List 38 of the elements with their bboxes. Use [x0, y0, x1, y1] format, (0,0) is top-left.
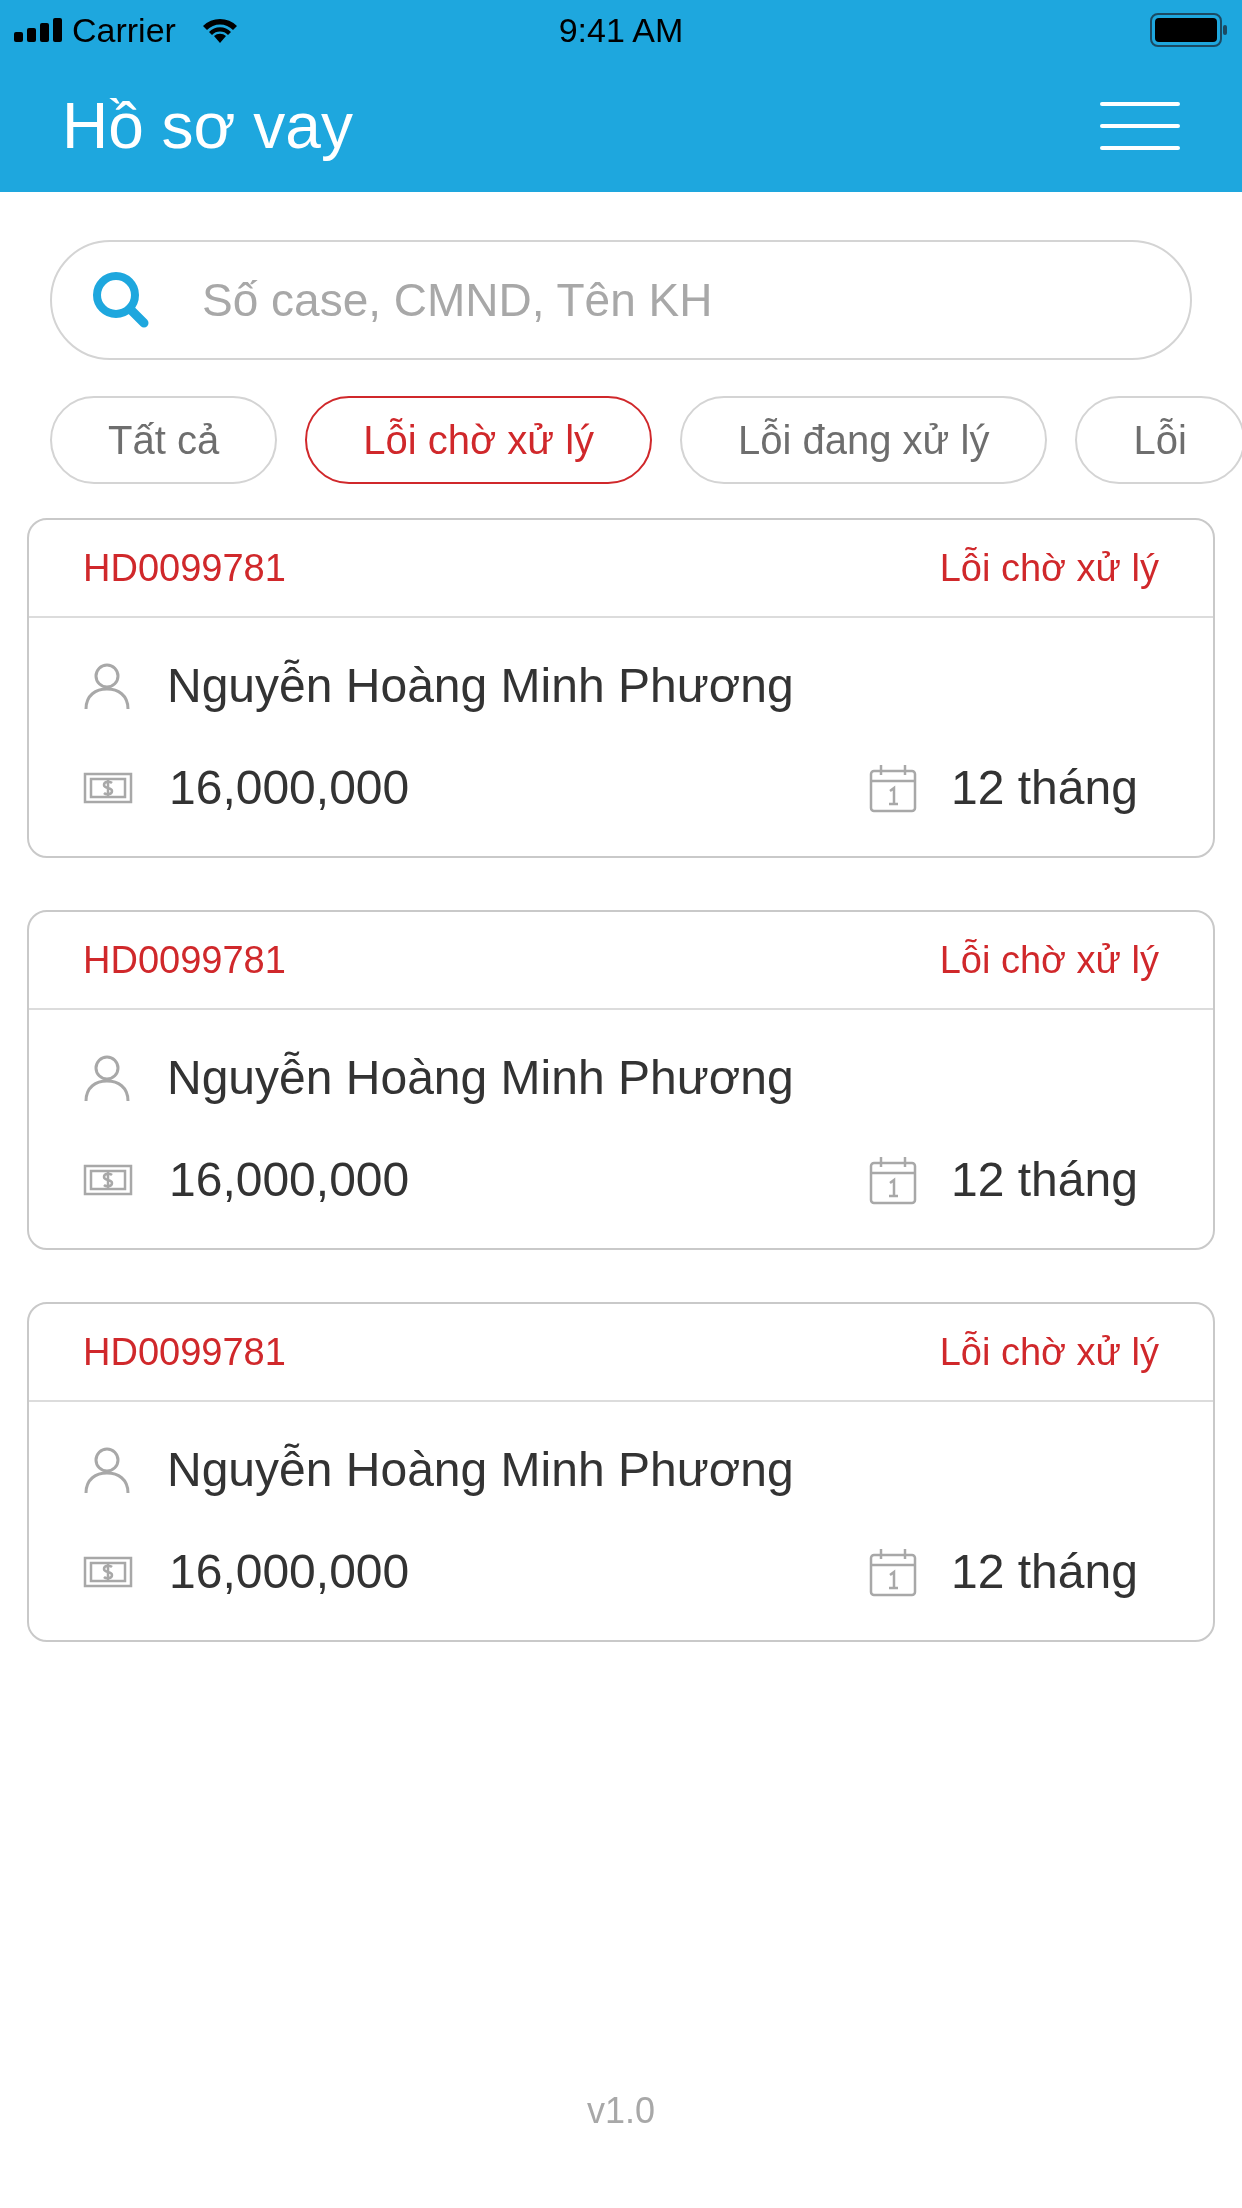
case-code: HD0099781: [83, 545, 286, 591]
case-status: Lỗi chờ xử lý: [939, 937, 1159, 983]
loan-term: 12 tháng: [951, 1152, 1138, 1208]
person-icon: [83, 1446, 131, 1494]
case-code: HD0099781: [83, 1329, 286, 1375]
cash-icon: [83, 772, 133, 804]
calendar-icon: [869, 763, 917, 813]
loan-card[interactable]: HD0099781 Lỗi chờ xử lý Nguyễn Hoàng Minh Phương 16,000,000 12 tháng: [27, 1302, 1215, 1642]
customer-name: Nguyễn Hoàng Minh Phương: [167, 1442, 794, 1498]
loan-amount: 16,000,000: [169, 760, 410, 816]
customer-name: Nguyễn Hoàng Minh Phương: [167, 1050, 794, 1106]
cash-icon: [83, 1556, 133, 1588]
loan-card[interactable]: HD0099781 Lỗi chờ xử lý Nguyễn Hoàng Minh Phương 16,000,000 12 tháng: [27, 910, 1215, 1250]
cash-icon: [83, 1164, 133, 1196]
calendar-icon: [869, 1155, 917, 1205]
filter-chip[interactable]: Lỗi chờ xử lý: [305, 396, 652, 484]
filter-chip[interactable]: Tất cả: [50, 396, 278, 484]
customer-name: Nguyễn Hoàng Minh Phương: [167, 658, 794, 714]
search-field[interactable]: Số case, CMND, Tên KH: [50, 240, 1192, 360]
case-code: HD0099781: [83, 937, 286, 983]
signal-icon: [14, 18, 64, 42]
case-status: Lỗi chờ xử lý: [939, 1329, 1159, 1375]
person-icon: [83, 1054, 131, 1102]
loan-term: 12 tháng: [951, 760, 1138, 816]
loan-card[interactable]: HD0099781 Lỗi chờ xử lý Nguyễn Hoàng Minh Phương 16,000,000 12 tháng: [27, 518, 1215, 858]
menu-button[interactable]: [1100, 100, 1180, 152]
filter-chip[interactable]: Lỗi đang xử lý: [680, 396, 1048, 484]
carrier-label: Carrier: [72, 9, 176, 51]
loan-amount: 16,000,000: [169, 1544, 410, 1600]
calendar-icon: [869, 1547, 917, 1597]
battery-icon: [1150, 13, 1228, 47]
filter-chip[interactable]: Lỗi: [1075, 396, 1242, 484]
person-icon: [83, 662, 131, 710]
loan-term: 12 tháng: [951, 1544, 1138, 1600]
version-label: v1.0: [586, 2089, 655, 2133]
case-status: Lỗi chờ xử lý: [939, 545, 1159, 591]
loan-amount: 16,000,000: [169, 1152, 410, 1208]
clock-time: 9:41 AM: [558, 9, 684, 51]
